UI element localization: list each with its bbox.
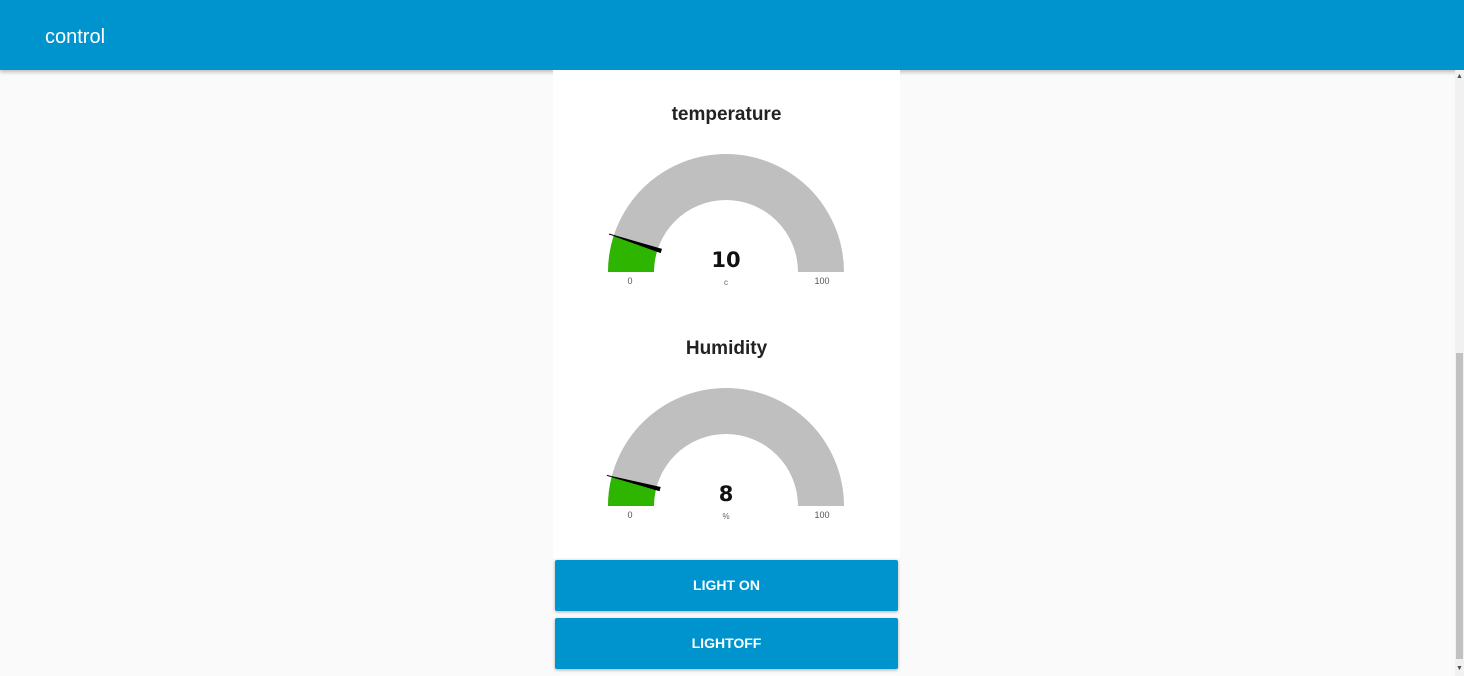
app-title: control [45, 26, 106, 48]
scroll-up-icon[interactable]: ▲ [1455, 72, 1464, 82]
humidity-gauge-title: Humidity [685, 338, 768, 359]
gauge-units: % [722, 512, 729, 521]
gauge-needle-tip [608, 233, 614, 237]
dashboard-content: temperature 10 c 0 100 Humidity 8 % 0 10… [0, 70, 1455, 676]
gauge-value: 8 [719, 482, 734, 506]
gauge-card: temperature 10 c 0 100 Humidity 8 % 0 10… [553, 70, 900, 558]
humidity-gauge: 8 % 0 100 [606, 388, 844, 521]
gauge-min-label: 0 [627, 276, 632, 286]
app-toolbar: control [0, 0, 1464, 70]
scrollbar-thumb[interactable] [1456, 353, 1463, 659]
temperature-gauge: 10 c 0 100 [608, 154, 844, 287]
light-on-button[interactable]: LIGHT ON [555, 560, 898, 611]
gauge-units: c [724, 278, 728, 287]
gauge-max-label: 100 [814, 276, 829, 286]
vertical-scrollbar[interactable]: ▲ ▼ [1455, 70, 1464, 676]
gauge-min-label: 0 [627, 510, 632, 520]
gauge-value: 10 [711, 248, 740, 272]
gauge-needle-tip [606, 474, 612, 478]
light-off-button[interactable]: LIGHTOFF [555, 618, 898, 669]
scroll-down-icon[interactable]: ▼ [1455, 664, 1464, 674]
gauge-max-label: 100 [814, 510, 829, 520]
temperature-gauge-title: temperature [671, 104, 782, 125]
